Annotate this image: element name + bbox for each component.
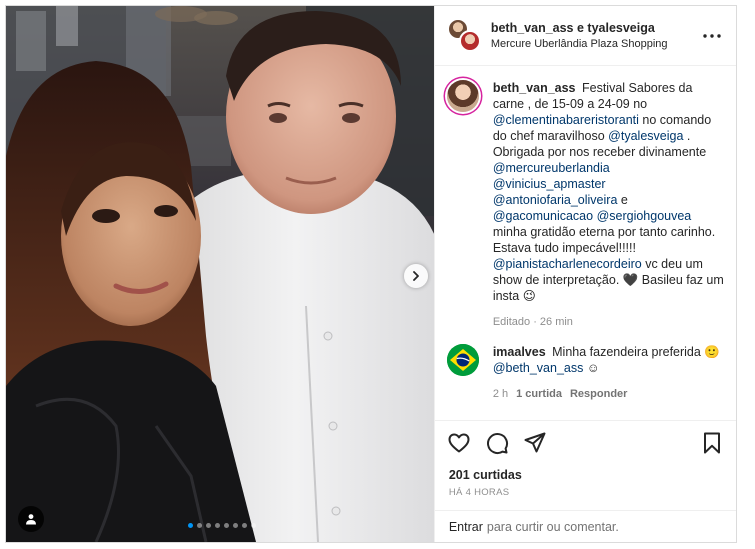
comment-icon[interactable]: [485, 431, 509, 455]
tagged-users-button[interactable]: [18, 506, 44, 532]
caption-meta: Editado · 26 min: [492, 316, 573, 328]
comment-username[interactable]: imaalves: [493, 345, 546, 359]
post-caption: beth_van_ass Festival Sabores da carne ,…: [446, 80, 724, 330]
share-icon[interactable]: [523, 431, 547, 455]
caption-body: beth_van_ass Festival Sabores da carne ,…: [493, 80, 724, 330]
carousel-dot: [251, 523, 256, 528]
user-tag-icon: [26, 514, 36, 525]
caption-mention[interactable]: @antoniofaria_oliveira: [493, 193, 618, 207]
caption-mention[interactable]: @tyalesveiga: [608, 129, 683, 143]
comment-input[interactable]: [486, 519, 722, 534]
caption-text: beth_van_ass Festival Sabores da carne ,…: [493, 81, 724, 303]
heart-icon[interactable]: [447, 431, 471, 455]
comments-section: beth_van_ass Festival Sabores da carne ,…: [435, 66, 736, 420]
avatar[interactable]: [446, 80, 479, 112]
caption-mention[interactable]: @sergiohgouvea: [597, 209, 692, 223]
comment-meta: 2 h 1 curtida Responder: [493, 386, 724, 402]
carousel-dot: [197, 523, 202, 528]
comment-likes[interactable]: 1 curtida: [516, 388, 562, 400]
selfie-photo: [6, 6, 434, 542]
login-link[interactable]: Entrar: [449, 520, 483, 534]
comment-body: imaalves Minha fazendeira preferida 🙂 @b…: [493, 344, 724, 402]
more-horizontal-icon: [703, 33, 721, 38]
caption-text-segment: e: [617, 193, 628, 207]
caption-mention[interactable]: @mercureuberlandia: [493, 161, 610, 175]
caption-username[interactable]: beth_van_ass: [493, 81, 576, 95]
reply-button[interactable]: Responder: [570, 388, 627, 400]
caption-text-segment: minha gratidão eterna por tanto carinho.…: [492, 225, 716, 255]
post-header-text: beth_van_ass e tyalesveiga Mercure Uberl…: [491, 21, 700, 50]
carousel-dot: [215, 523, 220, 528]
post-timestamp[interactable]: HÁ 4 HORAS: [435, 482, 736, 510]
comment-emoji: ☺: [583, 361, 600, 375]
post-modal: beth_van_ass e tyalesveiga Mercure Uberl…: [5, 5, 737, 543]
carousel-dot: [233, 523, 238, 528]
avatar[interactable]: [446, 344, 479, 376]
comment-age[interactable]: 2 h: [493, 388, 508, 400]
action-bar: [434, 420, 736, 464]
more-options-button[interactable]: [700, 24, 724, 48]
carousel-indicator: [188, 523, 256, 528]
brazil-flag-icon: [446, 344, 479, 376]
post-photo[interactable]: [6, 6, 434, 542]
post-authors[interactable]: beth_van_ass e tyalesveiga: [491, 21, 700, 35]
carousel-dot: [188, 523, 193, 528]
carousel-dot: [206, 523, 211, 528]
carousel-dot: [242, 523, 247, 528]
post-location[interactable]: Mercure Uberlândia Plaza Shopping: [491, 38, 700, 50]
comment-text: Minha fazendeira preferida 🙂: [552, 345, 720, 359]
author-avatars[interactable]: [446, 17, 483, 54]
caption-mention[interactable]: @vinicius_apmaster: [493, 177, 606, 191]
bookmark-icon[interactable]: [700, 431, 724, 455]
login-to-comment: Entrar: [434, 510, 736, 542]
post-details: beth_van_ass e tyalesveiga Mercure Uberl…: [433, 6, 736, 542]
caption-mention[interactable]: @gacomunicacao: [493, 209, 593, 223]
caption-mention[interactable]: @clementinabareristoranti: [493, 113, 639, 127]
avatar: [458, 29, 481, 52]
comment-mention[interactable]: @beth_van_ass: [493, 361, 584, 375]
likes-count[interactable]: 201 curtidas: [435, 464, 736, 482]
post-header: beth_van_ass e tyalesveiga Mercure Uberl…: [434, 6, 736, 66]
comment-item: imaalves Minha fazendeira preferida 🙂 @b…: [446, 344, 724, 402]
carousel-dot: [224, 523, 229, 528]
next-photo-button[interactable]: [404, 264, 428, 288]
caption-mention[interactable]: @pianistacharlenecordeiro: [493, 257, 642, 271]
chevron-right-icon: [413, 271, 419, 281]
